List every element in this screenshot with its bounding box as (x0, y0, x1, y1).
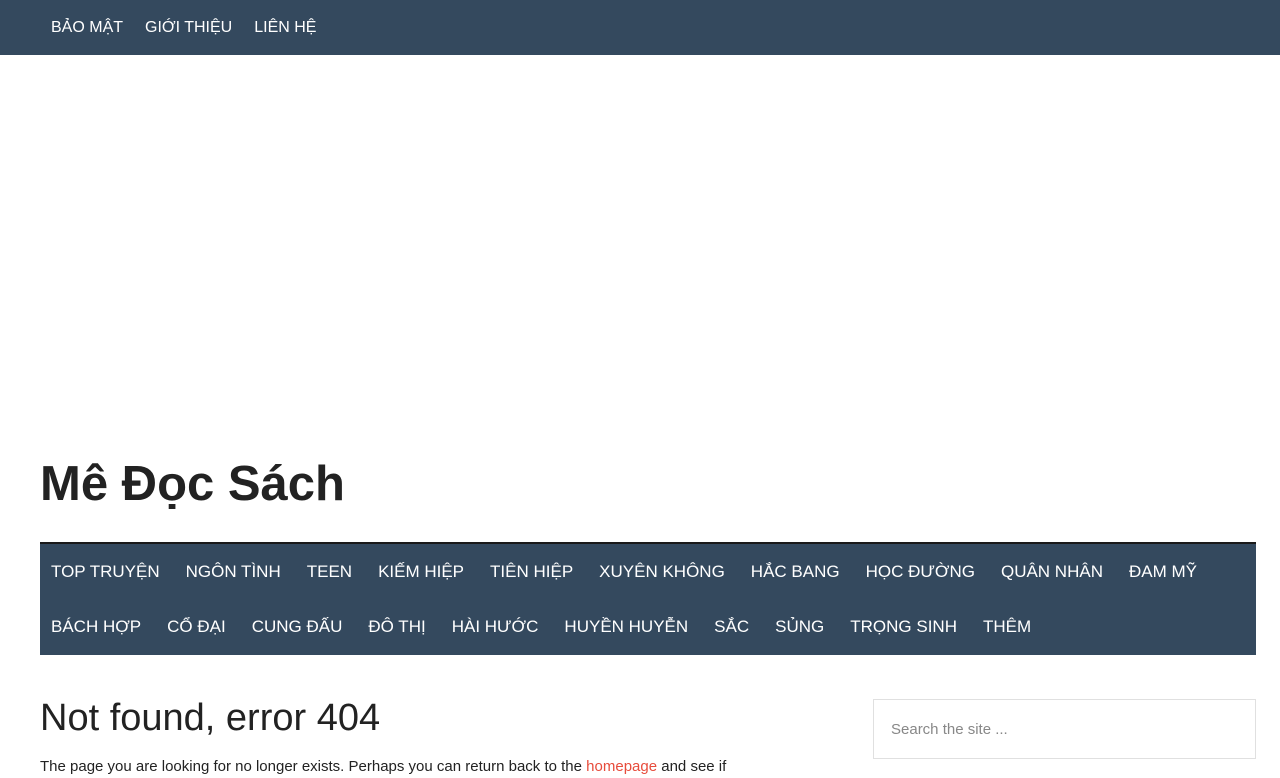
top-bar: BẢO MẬT GIỚI THIỆU LIÊN HỆ (0, 0, 1280, 55)
top-nav: BẢO MẬT GIỚI THIỆU LIÊN HỆ (40, 0, 327, 55)
main-nav-item-teen[interactable]: TEEN (296, 544, 363, 600)
main-nav-item-co-dai[interactable]: CỔ ĐẠI (156, 599, 237, 655)
top-nav-item-gioi-thieu[interactable]: GIỚI THIỆU (134, 0, 243, 55)
main-nav-row-2: BÁCH HỢP CỔ ĐẠI CUNG ĐẤU ĐÔ THỊ HÀI HƯỚC… (40, 599, 1046, 655)
ad-space (40, 55, 1256, 435)
homepage-link[interactable]: homepage (586, 758, 657, 775)
main-nav-item-tien-hiep[interactable]: TIÊN HIỆP (479, 544, 584, 600)
main-nav-item-hai-huoc[interactable]: HÀI HƯỚC (441, 599, 550, 655)
error-text-before: The page you are looking for no longer e… (40, 758, 587, 775)
search-widget (873, 699, 1256, 759)
main-nav-item-cung-dau[interactable]: CUNG ĐẤU (241, 599, 354, 655)
main-nav-item-hoc-duong[interactable]: HỌC ĐƯỜNG (855, 544, 986, 600)
main-nav-item-top-truyen[interactable]: TOP TRUYỆN (40, 544, 171, 600)
site-title[interactable]: Mê Đọc Sách (40, 452, 345, 516)
error-text-after: and see if (657, 758, 727, 775)
top-nav-item-bao-mat[interactable]: BẢO MẬT (40, 0, 134, 55)
main-nav: TOP TRUYỆN NGÔN TÌNH TEEN KIẾM HIỆP TIÊN… (40, 542, 1256, 655)
main-nav-item-hac-bang[interactable]: HẮC BANG (740, 544, 851, 600)
main-nav-item-sung[interactable]: SỦNG (764, 599, 835, 655)
main-nav-item-ngon-tinh[interactable]: NGÔN TÌNH (175, 544, 292, 600)
main-nav-item-bach-hop[interactable]: BÁCH HỢP (40, 599, 152, 655)
main-nav-item-dam-my[interactable]: ĐAM MỸ (1118, 544, 1208, 600)
main-nav-item-xuyen-khong[interactable]: XUYÊN KHÔNG (588, 544, 736, 600)
main-nav-item-them[interactable]: THÊM (972, 599, 1042, 655)
main-nav-row-1: TOP TRUYỆN NGÔN TÌNH TEEN KIẾM HIỆP TIÊN… (40, 544, 1212, 600)
main-nav-item-kiem-hiep[interactable]: KIẾM HIỆP (367, 544, 475, 600)
error-title: Not found, error 404 (40, 697, 381, 739)
search-input[interactable] (874, 700, 1255, 758)
main-nav-item-quan-nhan[interactable]: QUÂN NHÂN (990, 544, 1114, 600)
main-nav-item-trong-sinh[interactable]: TRỌNG SINH (839, 599, 968, 655)
main-nav-item-sac[interactable]: SẮC (703, 599, 760, 655)
error-message: The page you are looking for no longer e… (40, 756, 840, 778)
main-nav-item-do-thi[interactable]: ĐÔ THỊ (357, 599, 436, 655)
main-nav-item-huyen-huyen[interactable]: HUYỀN HUYỄN (553, 599, 699, 655)
top-nav-item-lien-he[interactable]: LIÊN HỆ (243, 0, 327, 55)
